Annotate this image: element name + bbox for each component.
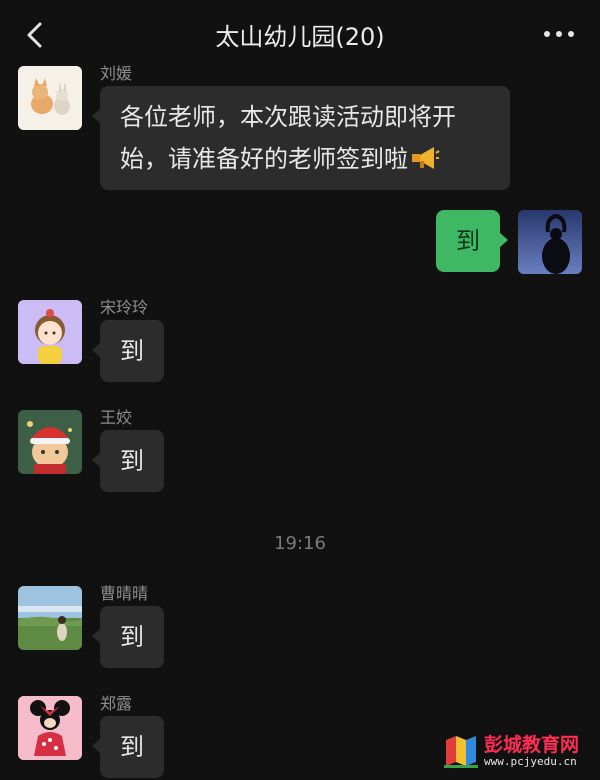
sender-name: 王姣	[100, 408, 133, 427]
watermark-title: 彭城教育网	[484, 734, 580, 756]
sender-name: 曹晴晴	[100, 584, 149, 603]
watermark-url: www.pcjyedu.cn	[484, 755, 577, 768]
more-dots-icon[interactable]	[542, 24, 576, 44]
avatar[interactable]	[18, 66, 82, 130]
message-bubble[interactable]: 到	[92, 430, 164, 492]
message-text: 到	[120, 337, 144, 365]
message-bubble-sent[interactable]: 到	[436, 210, 508, 272]
site-watermark: 彭城教育网 www.pcjyedu.cn	[444, 728, 592, 772]
avatar-self[interactable]	[518, 210, 582, 274]
message-bubble[interactable]: 到	[92, 606, 164, 668]
megaphone-emoji	[412, 147, 440, 169]
message-text: 到	[120, 733, 144, 761]
message-text: 各位老师，本次跟读活动即将开始，请准备好的老师签到啦	[120, 103, 456, 173]
minnie-mouse-avatar-image	[18, 696, 82, 760]
message-timestamp: 19:16	[274, 533, 326, 554]
sender-name: 刘媛	[100, 64, 133, 83]
avatar[interactable]	[18, 300, 82, 364]
chat-title: 太山幼儿园(20)	[215, 23, 385, 51]
chat-header: 太山幼儿园(20)	[0, 0, 600, 70]
grassland-avatar-image	[18, 586, 82, 650]
message-bubble[interactable]: 各位老师，本次跟读活动即将开始，请准备好的老师签到啦	[92, 86, 510, 190]
fox-avatar-image	[18, 66, 82, 130]
avatar[interactable]	[18, 696, 82, 760]
cat-santa-hat-avatar-image	[18, 410, 82, 474]
message-bubble[interactable]: 到	[92, 716, 164, 778]
message-text: 到	[456, 227, 480, 255]
sender-name: 宋玲玲	[100, 298, 149, 317]
sender-name: 郑露	[100, 694, 133, 713]
message-bubble[interactable]: 到	[92, 320, 164, 382]
avatar[interactable]	[18, 410, 82, 474]
avatar[interactable]	[18, 586, 82, 650]
message-text: 到	[120, 623, 144, 651]
silhouette-avatar-image	[518, 210, 582, 274]
books-logo-icon	[444, 736, 478, 768]
girl-cartoon-avatar-image	[18, 300, 82, 364]
message-text: 到	[120, 447, 144, 475]
